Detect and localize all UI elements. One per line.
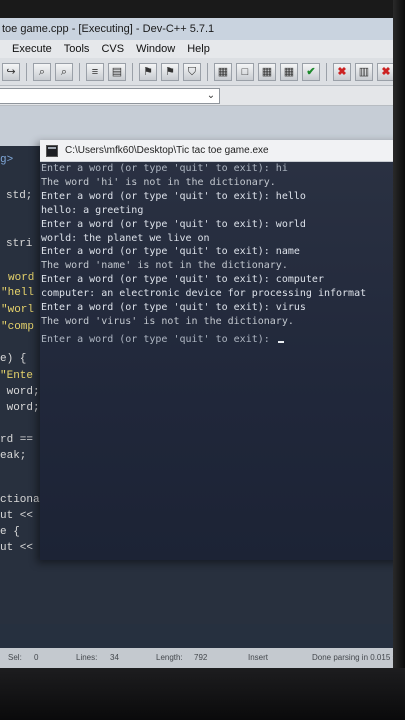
- class-bar: ⌄: [0, 86, 395, 106]
- console-line: world: the planet we live on: [41, 232, 210, 244]
- code-line: eak;: [0, 450, 27, 462]
- layout-icon[interactable]: ▤: [108, 62, 126, 81]
- console-line: hello: a greeting: [41, 204, 144, 216]
- console-title: C:\Users\mfk60\Desktop\Tic tac toe game.…: [65, 145, 269, 156]
- chart-icon[interactable]: ▥: [355, 62, 373, 81]
- code-line: e) {: [0, 353, 27, 365]
- status-length-label: Length:: [156, 653, 183, 662]
- list-icon[interactable]: ≡: [86, 62, 104, 81]
- menu-item-execute[interactable]: Execute: [12, 40, 52, 58]
- toolbar-separator: [207, 62, 208, 81]
- find-next-icon[interactable]: ⌕: [55, 62, 73, 81]
- console-line: computer: an electronic device for proce…: [41, 288, 367, 300]
- code-line: word;: [0, 402, 40, 414]
- status-sel-label: Sel:: [8, 653, 22, 662]
- code-line: "hell: [1, 287, 35, 299]
- console-titlebar[interactable]: C:\Users\mfk60\Desktop\Tic tac toe game.…: [40, 140, 405, 162]
- code-line: word: [8, 272, 35, 284]
- console-line: Enter a word (or type 'quit' to exit): h…: [41, 190, 306, 202]
- toolbar-separator: [79, 62, 80, 81]
- console-line: Enter a word (or type 'quit' to exit): w…: [41, 218, 306, 230]
- code-line: ctiona: [0, 494, 40, 506]
- status-mode: Insert: [248, 653, 269, 662]
- status-lines-value: 34: [110, 653, 119, 662]
- toolbar-separator: [132, 62, 133, 81]
- code-line: stri: [6, 238, 33, 250]
- redo-arrow-icon[interactable]: ↪: [2, 62, 20, 81]
- menu-item-help[interactable]: Help: [187, 40, 210, 58]
- menu-item-cvs[interactable]: CVS: [101, 40, 124, 58]
- grid-icon[interactable]: ▦: [214, 62, 232, 81]
- code-line: "worl: [1, 304, 35, 316]
- code-line: "Ente: [0, 370, 34, 382]
- chevron-down-icon[interactable]: ⌄: [204, 89, 218, 103]
- flag-icon[interactable]: ⚑: [161, 62, 179, 81]
- status-bar: Sel: 0 Lines: 34 Length: 792 Insert Done…: [0, 648, 395, 668]
- menu-bar: Execute Tools CVS Window Help: [0, 40, 395, 58]
- search-icon[interactable]: ⌕: [33, 62, 51, 81]
- menu-item-tools[interactable]: Tools: [64, 40, 90, 58]
- console-output[interactable]: Enter a word (or type 'quit' to exit): h…: [40, 162, 405, 560]
- text-cursor-icon: [277, 340, 284, 343]
- code-line: g>: [0, 154, 14, 166]
- status-sel-value: 0: [34, 653, 39, 662]
- console-line: The word 'name' is not in the dictionary…: [41, 260, 288, 272]
- window-titlebar: toe game.cpp - [Executing] - Dev-C++ 5.7…: [0, 18, 395, 40]
- console-line: The word 'hi' is not in the dictionary.: [41, 176, 276, 188]
- console-line: The word 'virus' is not in the dictionar…: [41, 315, 294, 327]
- console-line: Enter a word (or type 'quit' to exit): v…: [41, 302, 306, 314]
- window-title: toe game.cpp - [Executing] - Dev-C++ 5.7…: [2, 23, 215, 35]
- console-line: Enter a word (or type 'quit' to exit): h…: [41, 163, 288, 174]
- console-prompt-row[interactable]: Enter a word (or type 'quit' to exit):: [40, 329, 405, 347]
- code-line: "comp: [1, 321, 35, 333]
- code-line: std;: [6, 190, 33, 202]
- flag-icon[interactable]: ⚑: [139, 62, 157, 81]
- toolbar-separator: [26, 62, 27, 81]
- close-icon[interactable]: ✖: [333, 62, 351, 81]
- code-line: word;: [0, 386, 40, 398]
- grid-icon[interactable]: ▦: [280, 62, 298, 81]
- status-length-value: 792: [194, 653, 208, 662]
- console-window[interactable]: C:\Users\mfk60\Desktop\Tic tac toe game.…: [40, 140, 405, 560]
- menu-item-window[interactable]: Window: [136, 40, 175, 58]
- status-message: Done parsing in 0.015 s: [312, 653, 395, 662]
- console-app-icon: [46, 145, 58, 157]
- toolbar-separator: [326, 62, 327, 81]
- code-line: e {: [0, 526, 20, 538]
- console-line: Enter a word (or type 'quit' to exit): c…: [41, 274, 324, 286]
- window-icon[interactable]: □: [236, 62, 254, 81]
- shield-icon[interactable]: ⛉: [183, 62, 201, 81]
- toolbar: ↪ ⌕ ⌕ ≡ ▤ ⚑ ⚑ ⛉ ▦ □ ▦ ▦ ✔ ✖ ▥ ✖: [0, 58, 395, 86]
- console-line: Enter a word (or type 'quit' to exit): n…: [41, 246, 300, 258]
- status-lines-label: Lines:: [76, 653, 98, 662]
- check-icon[interactable]: ✔: [302, 62, 320, 81]
- console-prompt: Enter a word (or type 'quit' to exit):: [41, 333, 276, 345]
- monitor-bezel-bottom: [0, 668, 405, 720]
- monitor-bezel-right: [393, 0, 405, 720]
- grid-icon[interactable]: ▦: [258, 62, 276, 81]
- class-dropdown[interactable]: ⌄: [0, 88, 220, 104]
